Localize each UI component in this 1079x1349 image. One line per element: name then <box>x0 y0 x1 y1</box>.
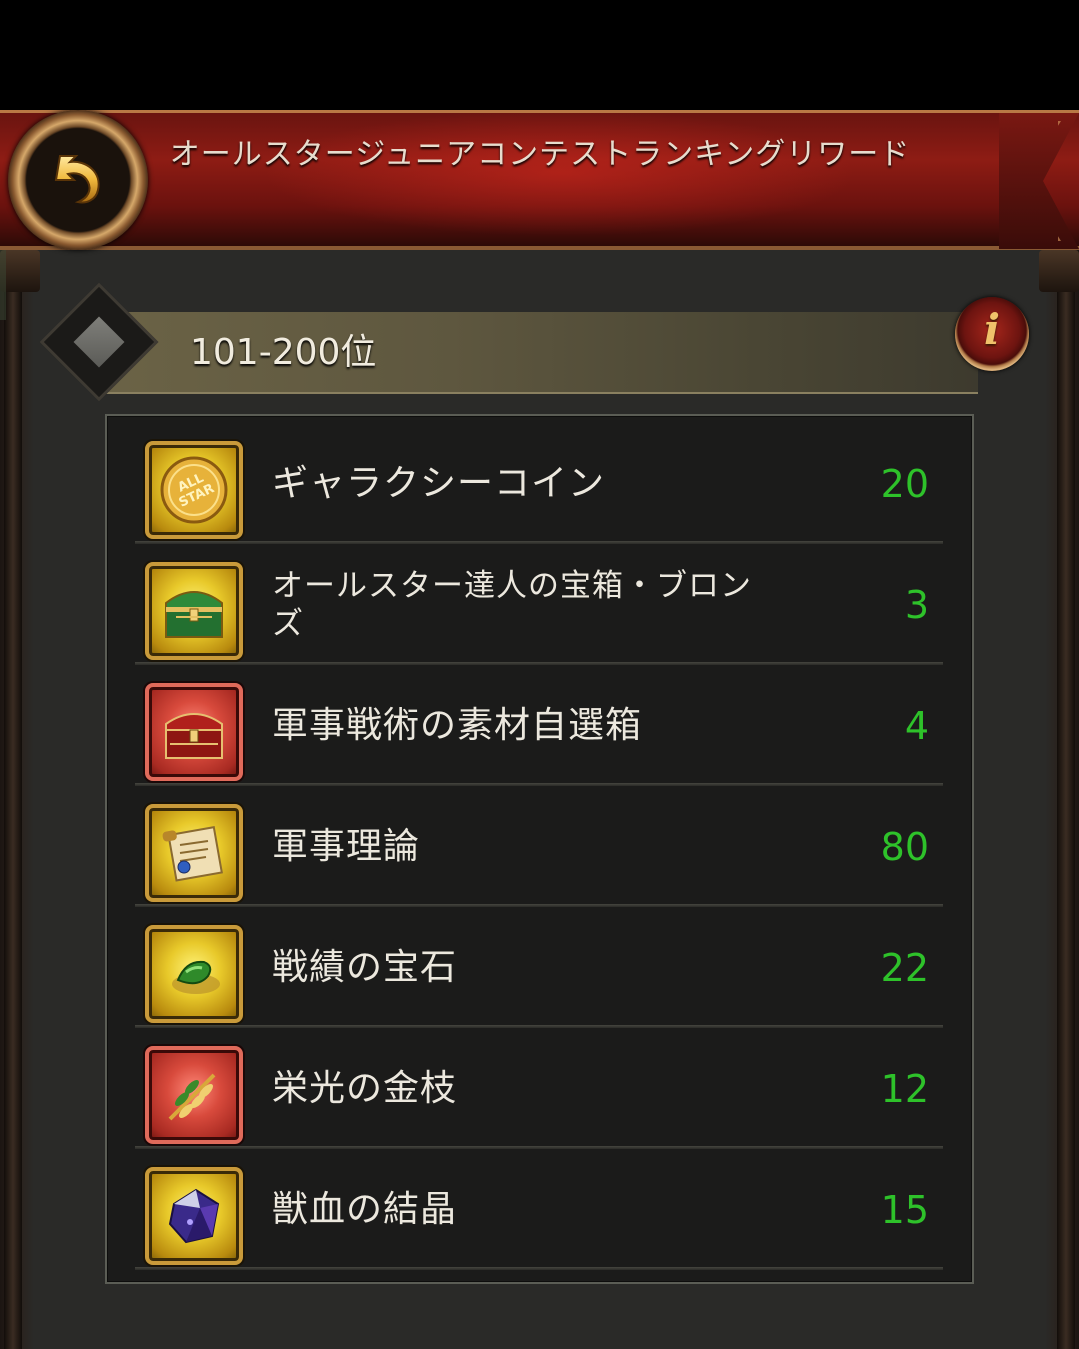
info-button[interactable]: i <box>955 297 1029 371</box>
reward-name: 獣血の結晶 <box>272 1188 458 1230</box>
reward-icon-frame[interactable] <box>145 1167 243 1265</box>
reward-icon-frame[interactable] <box>145 683 243 781</box>
reward-row: 軍事戦術の素材自選箱 4 <box>135 665 943 786</box>
right-pillar-cap <box>1039 250 1079 292</box>
header-banner: オールスタージュニアコンテストランキングリワード <box>0 110 1079 250</box>
left-pillar <box>4 250 22 1349</box>
reward-name: 軍事理論 <box>272 825 421 867</box>
reward-quantity: 15 <box>880 1187 929 1232</box>
info-icon: i <box>984 305 1000 354</box>
red-treasure-chest-icon <box>165 713 223 759</box>
reward-icon-frame[interactable] <box>145 562 243 660</box>
reward-quantity: 4 <box>904 703 929 748</box>
reward-row: 戦績の宝石 22 <box>135 907 943 1028</box>
right-pillar <box>1057 250 1075 1349</box>
back-button[interactable] <box>8 110 148 250</box>
all-star-coin-icon: ALL STAR <box>160 456 228 524</box>
back-arrow-icon <box>54 155 100 204</box>
top-black-area <box>0 0 1079 110</box>
reward-name: 戦績の宝石 <box>272 946 458 988</box>
reward-quantity: 80 <box>880 824 929 869</box>
reward-quantity: 12 <box>880 1066 929 1111</box>
reward-row: 獣血の結晶 15 <box>135 1149 943 1270</box>
reward-icon-frame[interactable] <box>145 925 243 1023</box>
row-divider <box>135 1267 943 1270</box>
reward-quantity: 3 <box>904 582 929 627</box>
reward-icon-frame[interactable]: ALL STAR <box>145 441 243 539</box>
reward-row: 栄光の金枝 12 <box>135 1028 943 1149</box>
reward-icon-frame[interactable] <box>145 1046 243 1144</box>
green-gem-icon <box>172 960 220 994</box>
reward-name: 軍事戦術の素材自選箱 <box>272 704 643 746</box>
reward-quantity: 20 <box>880 461 929 506</box>
reward-name: 栄光の金枝 <box>272 1067 458 1109</box>
reward-row: 軍事理論 80 <box>135 786 943 907</box>
rank-range-label: 101-200位 <box>190 332 377 373</box>
reward-name: オールスター達人の宝箱・ブロンズ <box>272 567 752 642</box>
green-treasure-chest-icon <box>165 591 223 638</box>
page-title: オールスタージュニアコンテストランキングリワード <box>169 137 911 172</box>
reward-row: ALL STAR ギャラクシーコイン 20 <box>135 423 943 544</box>
reward-row: オールスター達人の宝箱・ブロンズ 3 <box>135 544 943 665</box>
golden-branch-icon <box>168 1073 216 1121</box>
purple-crystal-icon <box>168 1188 220 1244</box>
reward-name: ギャラクシーコイン <box>272 462 606 504</box>
left-pillar-cap <box>0 250 40 292</box>
scroll-icon <box>162 826 223 882</box>
reward-quantity: 22 <box>880 945 929 990</box>
reward-icon-frame[interactable] <box>145 804 243 902</box>
